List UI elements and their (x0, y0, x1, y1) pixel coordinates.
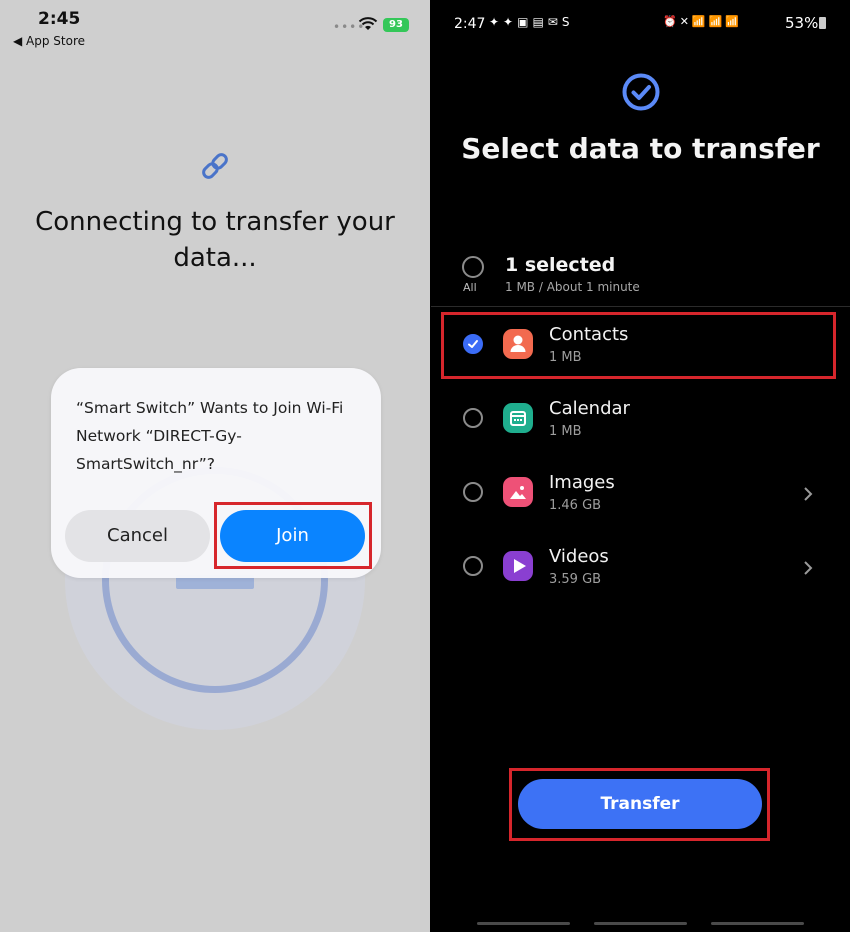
calendar-checkbox[interactable] (463, 408, 483, 428)
list-item-images[interactable]: Images 1.46 GB (431, 468, 850, 522)
cancel-button[interactable]: Cancel (65, 510, 210, 562)
item-size: 1.46 GB (549, 498, 602, 513)
dialog-message: “Smart Switch” Wants to Join Wi-Fi Netwo… (76, 399, 344, 473)
page-title: Select data to transfer (461, 132, 820, 165)
wifi-join-dialog: “Smart Switch” Wants to Join Wi-Fi Netwo… (51, 368, 381, 578)
calendar-icon (503, 403, 533, 433)
connecting-heading: Connecting to transfer your data... (35, 207, 395, 273)
select-all-label: All (463, 281, 477, 294)
item-name: Videos (549, 546, 609, 567)
nav-bar-recents[interactable] (477, 922, 570, 925)
list-item-calendar[interactable]: Calendar 1 MB (431, 394, 850, 448)
wifi-icon (358, 17, 378, 30)
divider (431, 306, 850, 307)
battery-icon: 93 (383, 18, 409, 32)
item-name: Images (549, 472, 615, 493)
link-icon (202, 153, 228, 179)
ios-screen: 2:45 ◀ App Store •••• 93 Connecting to t… (0, 0, 430, 932)
videos-icon (503, 551, 533, 581)
checkmark-icon (468, 340, 478, 348)
android-status-time: 2:47 (454, 16, 486, 32)
item-name: Calendar (549, 398, 630, 419)
battery-icon (819, 17, 826, 29)
images-icon (503, 477, 533, 507)
battery-percent: 53% (785, 14, 819, 32)
check-circle-icon (622, 73, 660, 111)
notification-icons: ✦✦▣▤✉S (489, 15, 574, 29)
transfer-button[interactable]: Transfer (518, 779, 762, 829)
item-name: Contacts (549, 324, 629, 345)
android-screen: 2:47 ✦✦▣▤✉S ⏰✕📶📶📶 53% Select data to tra… (431, 0, 850, 932)
list-item-videos[interactable]: Videos 3.59 GB (431, 542, 850, 596)
chevron-right-icon[interactable] (803, 486, 813, 502)
item-size: 3.59 GB (549, 572, 602, 587)
chevron-right-icon[interactable] (803, 560, 813, 576)
nav-bar-home[interactable] (594, 922, 687, 925)
selected-count: 1 selected (505, 254, 616, 276)
selected-size: 1 MB / About 1 minute (505, 280, 640, 294)
select-all-checkbox[interactable] (462, 256, 484, 278)
item-size: 1 MB (549, 350, 582, 365)
images-checkbox[interactable] (463, 482, 483, 502)
list-item-contacts[interactable]: Contacts 1 MB (431, 320, 850, 374)
status-icons: ⏰✕📶📶📶 (663, 15, 743, 28)
nav-bar-back[interactable] (711, 922, 804, 925)
back-to-app-store-link[interactable]: ◀ App Store (13, 34, 85, 48)
ios-status-time: 2:45 (38, 9, 81, 29)
item-size: 1 MB (549, 424, 582, 439)
join-button[interactable]: Join (220, 510, 365, 562)
contacts-icon (503, 329, 533, 359)
videos-checkbox[interactable] (463, 556, 483, 576)
contacts-checkbox[interactable] (463, 334, 483, 354)
